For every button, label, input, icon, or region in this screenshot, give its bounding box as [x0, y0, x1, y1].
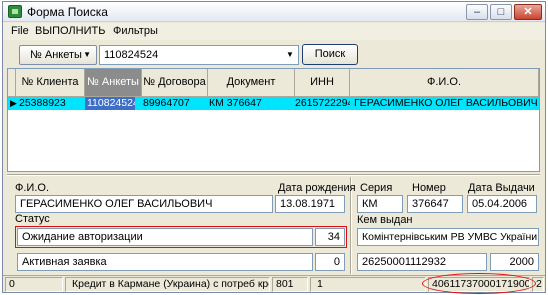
birth-date-label: Дата рождения [278, 182, 356, 194]
column-header-document[interactable]: Документ [208, 69, 295, 97]
table-cell-selected[interactable]: 110824524 [85, 97, 135, 110]
status-pane-product-code: 801 [272, 277, 308, 292]
row-indicator-header [8, 69, 16, 97]
menu-filters[interactable]: Фильтры [113, 25, 158, 37]
menu-execute[interactable]: ВЫПОЛНИТЬ [35, 25, 105, 37]
divider [7, 174, 540, 176]
fio-field[interactable]: ГЕРАСИМЕНКО ОЛЕГ ВАСИЛЬОВИЧ [15, 195, 273, 213]
column-header-contract[interactable]: № Договора [142, 69, 208, 97]
toolbar: № Анкеты ▼ 110824524 ▼ Поиск [3, 40, 545, 68]
menu-file[interactable]: File [11, 25, 29, 37]
fio-label: Ф.И.О. [15, 182, 49, 194]
application-status-field[interactable]: Активная заявка [17, 253, 313, 271]
chevron-down-icon: ▼ [83, 50, 91, 59]
table-cell[interactable]: КМ 376647 [209, 97, 293, 110]
number-field[interactable]: 376647 [407, 195, 463, 213]
series-field[interactable]: КМ [357, 195, 403, 213]
chevron-down-icon[interactable]: ▼ [282, 46, 298, 64]
column-header-fio[interactable]: Ф.И.О. [350, 69, 539, 97]
issue-date-field[interactable]: 05.04.2006 [467, 195, 537, 213]
row-pointer-icon: ▶ [10, 98, 17, 108]
series-label: Серия [360, 182, 393, 194]
status-pane-count: 1 [310, 277, 426, 292]
table-cell[interactable]: 89964707 [143, 97, 207, 110]
column-header-application[interactable]: № Анкеты [85, 69, 142, 97]
search-value: 110824524 [104, 49, 159, 61]
issue-date-label: Дата Выдачи [468, 182, 535, 194]
status-pane-product: Кредит в Кармане (Украина) с потреб кред… [65, 277, 270, 292]
birth-date-field[interactable]: 13.08.1971 [275, 195, 345, 213]
status-pane-left: 0 [5, 277, 63, 292]
maximize-button[interactable]: □ [490, 4, 512, 20]
status-highlight [15, 226, 347, 248]
results-grid[interactable]: № Клиента № Анкеты № Договора Документ И… [7, 68, 540, 172]
account-code-field[interactable]: 2000 [490, 253, 539, 271]
table-cell[interactable]: 25388923 [19, 97, 85, 110]
search-form-window: Форма Поиска – □ ✕ File ВЫПОЛНИТЬ Фильтр… [2, 1, 546, 294]
search-field-dropdown[interactable]: № Анкеты ▼ [19, 45, 97, 65]
minimize-button[interactable]: – [466, 4, 488, 20]
column-header-client[interactable]: № Клиента [16, 69, 85, 97]
application-status-code-field[interactable]: 0 [315, 253, 345, 271]
account-field[interactable]: 26250001112932 [357, 253, 487, 271]
search-button[interactable]: Поиск [302, 44, 358, 65]
title-bar[interactable]: Форма Поиска – □ ✕ [3, 2, 545, 22]
menu-bar: File ВЫПОЛНИТЬ Фильтры [3, 23, 545, 40]
search-input[interactable]: 110824524 ▼ [99, 45, 299, 65]
issued-by-field[interactable]: Комінтернівським РВ УМВС України в Оде [357, 228, 539, 246]
search-field-label: № Анкеты [30, 49, 82, 61]
close-button[interactable]: ✕ [514, 4, 542, 20]
column-header-inn[interactable]: ИНН [295, 69, 350, 97]
window-title: Форма Поиска [27, 5, 108, 19]
app-icon [8, 5, 22, 18]
status-label: Статус [15, 213, 50, 225]
account-highlight [422, 273, 536, 294]
number-label: Номер [412, 182, 446, 194]
table-cell[interactable]: 2615722294 [295, 97, 350, 110]
issued-by-label: Кем выдан [357, 214, 413, 226]
table-cell[interactable]: ГЕРАСИМЕНКО ОЛЕГ ВАСИЛЬОВИЧ [354, 97, 538, 110]
